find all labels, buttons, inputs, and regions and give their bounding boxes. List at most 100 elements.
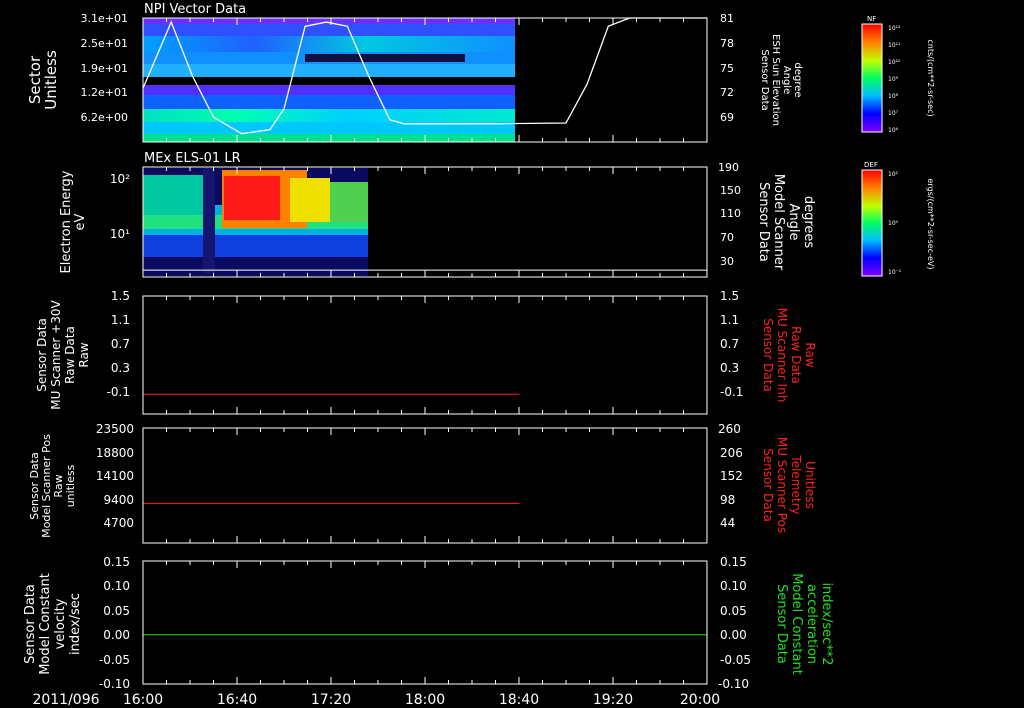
colorbar-def-title: DEF [864, 161, 878, 169]
panel1-y2tick-2: 75 [720, 62, 734, 75]
els-hot-yellow [290, 178, 330, 222]
colorbar-nf-label-3: 10⁹ [888, 76, 899, 83]
panel4-y2label-1: Sensor Data [761, 448, 775, 522]
npi-band-5 [143, 85, 515, 95]
panel4-y2label-2: MU Scanner Pos [775, 437, 789, 533]
panel5-ytick-0: 0.15 [103, 555, 130, 569]
panel1-y2label-1: Sensor Data [759, 49, 770, 110]
panel2-y2label-1: Sensor Data [756, 182, 771, 262]
colorbar-nf-label-0: 10¹² [888, 25, 901, 32]
panel4-y2tick-1: 206 [720, 446, 743, 460]
panel2-ylabel-1: Electron Energy [59, 170, 74, 273]
panel2-ytick-0: 10² [110, 172, 130, 186]
panel4-y2label-4: Unitless [803, 461, 817, 509]
panel5-ytick-4: -0.05 [99, 653, 130, 667]
panel5-ytick-2: 0.05 [103, 604, 130, 618]
colorbar-nf: NF 10¹² 10¹¹ 10¹⁰ 10⁹ 10⁸ 10⁷ 10⁶ cnts/(… [861, 15, 935, 134]
panel1-y2tick-1: 78 [720, 37, 734, 50]
panel3-ylabel-2: MU Scanner +30V [49, 300, 63, 410]
xtick-label-1: 16:40 [217, 692, 257, 708]
panel1-title: NPI Vector Data [144, 2, 246, 17]
els-heatmap [143, 168, 368, 276]
panel3-ytick-0: 1.5 [111, 289, 130, 303]
panel4-ytick-4: 4700 [103, 516, 134, 530]
panel5-y2label-3: acceleration [804, 584, 819, 664]
panel1-ytick-1: 2.5e+01 [81, 37, 128, 50]
panel-scanner-30v: Sensor Data MU Scanner +30V Raw Data Raw… [35, 289, 817, 415]
els-left-block [143, 175, 203, 215]
panel4-ytick-3: 9400 [103, 493, 134, 507]
panel4-y2tick-2: 152 [720, 469, 743, 483]
panel4-ytick-1: 18800 [96, 446, 134, 460]
panel-scanner-pos: Sensor Data Model Scanner Pos Raw unitle… [28, 422, 817, 544]
panel4-y2tick-3: 98 [720, 493, 735, 507]
panel5-y2tick-5: -0.10 [718, 677, 749, 691]
xtick-label-2: 17:20 [311, 692, 351, 708]
panel4-y2tick-0: 260 [718, 422, 741, 436]
panel5-ytick-1: 0.10 [103, 579, 130, 593]
panel5-ylabel-1: Sensor Data [23, 584, 38, 664]
colorbar-nf-title: NF [867, 15, 876, 23]
npi-band-2 [143, 36, 515, 52]
xtick-label-4: 18:40 [499, 692, 539, 708]
colorbar-nf-label-5: 10⁷ [888, 110, 899, 117]
panel2-y2tick-4: 30 [720, 255, 734, 268]
panel1-ytick-4: 6.2e+00 [81, 111, 128, 124]
panel2-y2label-4: degrees [801, 196, 816, 249]
panel2-title: MEx ELS-01 LR [144, 151, 241, 166]
els-band-low-blue [143, 235, 368, 257]
panel2-ytick-1: 10¹ [110, 227, 130, 241]
panel3-y2tick-1: 1.1 [720, 313, 739, 327]
panel3-ylabel-3: Raw Data [63, 326, 77, 384]
panel1-ytick-2: 1.9e+01 [81, 62, 128, 75]
panel1-y2label-4: degree [792, 62, 803, 97]
colorbar-nf-label-1: 10¹¹ [888, 42, 901, 49]
panel5-y2label-4: index/sec**2 [819, 582, 834, 665]
panel5-frame [142, 560, 708, 685]
xtick-label-0: 16:00 [123, 692, 163, 708]
panel2-y2tick-3: 70 [720, 231, 734, 244]
npi-band-gap [143, 77, 515, 85]
panel5-ylabel-3: velocity [53, 598, 68, 649]
panel3-y2label-1: Sensor Data [761, 318, 775, 392]
npi-band-6 [143, 95, 515, 109]
panel3-ytick-4: -0.1 [107, 385, 130, 399]
panel3-y2label-2: MU Scanner Inh [775, 308, 789, 403]
npi-band-7 [143, 109, 515, 122]
panel4-ytick-0: 23500 [96, 422, 134, 436]
panel5-ytick-3: 0.00 [103, 628, 130, 642]
colorbar-nf-label-6: 10⁶ [888, 127, 899, 134]
panel3-ytick-1: 1.1 [111, 313, 130, 327]
panel1-ytick-0: 3.1e+01 [81, 12, 128, 25]
panel-mex-els: MEx ELS-01 LR Electron Energy eV 10² 10¹… [59, 151, 816, 278]
panel5-y2tick-1: 0.10 [720, 579, 747, 593]
colorbar-def: DEF 10¹ 10⁰ 10⁻¹ ergs/(cm**2-sr-sec-eV) [861, 161, 935, 277]
panel4-ytick-2: 14100 [96, 469, 134, 483]
xtick-label-3: 18:00 [405, 692, 445, 708]
npi-band-dark [305, 54, 465, 62]
colorbar-def-gradient [862, 170, 882, 276]
els-dark-gap [203, 168, 215, 273]
panel3-y2label-3: Raw Data [789, 326, 803, 384]
panel3-y2tick-3: 0.3 [720, 361, 739, 375]
colorbar-def-label-1: 10⁰ [888, 220, 899, 227]
panel1-y2tick-3: 72 [720, 86, 734, 99]
panel5-ylabel-4: index/sec [68, 593, 83, 655]
panel4-y2tick-4: 44 [720, 516, 735, 530]
npi-band-4 [143, 64, 515, 77]
colorbar-def-unit: ergs/(cm**2-sr-sec-eV) [926, 178, 935, 269]
panel-model-constant: Sensor Data Model Constant velocity inde… [23, 555, 834, 691]
panel1-y2tick-4: 69 [720, 111, 734, 124]
panel5-y2tick-3: 0.00 [720, 628, 747, 642]
els-hot-red [224, 176, 280, 220]
date-label: 2011/096 [32, 692, 99, 708]
panel3-y2tick-4: -0.1 [720, 385, 743, 399]
els-fade [330, 182, 368, 222]
panel2-y2tick-2: 110 [720, 207, 741, 220]
panel1-y2label-2: ESH Sun Elevation [770, 34, 781, 126]
multi-panel-plot: NPI Vector Data Sector Unitless 3.1e+01 … [23, 2, 935, 708]
panel3-ylabel-4: Raw [77, 342, 91, 367]
panel4-frame [142, 427, 708, 544]
panel4-ylabel-4: unitless [64, 464, 77, 507]
panel5-ytick-5: -0.10 [99, 677, 130, 691]
